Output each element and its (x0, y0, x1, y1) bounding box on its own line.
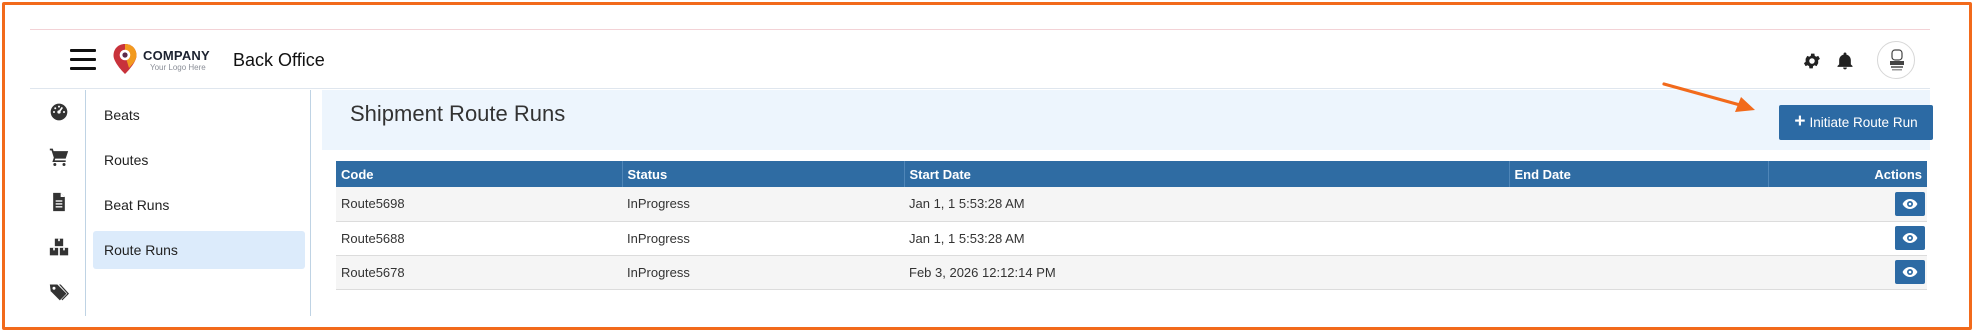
route-runs-table: Code Status Start Date End Date Actions … (336, 161, 1927, 290)
page-title: Shipment Route Runs (350, 101, 566, 126)
cell-code: Route5688 (336, 221, 622, 256)
cart-icon[interactable] (49, 147, 69, 167)
cell-end-date (1509, 221, 1768, 256)
cell-end-date (1509, 255, 1768, 290)
cell-actions (1768, 187, 1927, 222)
gear-icon[interactable] (1802, 51, 1822, 71)
table-row: Route5678 InProgress Feb 3, 2026 12:12:1… (336, 255, 1927, 290)
cell-actions (1768, 255, 1927, 290)
cell-status: InProgress (622, 255, 904, 290)
avatar-emblem-icon (1890, 49, 1904, 71)
column-header-code[interactable]: Code (336, 161, 623, 187)
company-logo[interactable]: COMPANY Your Logo Here (112, 43, 222, 77)
cell-actions (1768, 221, 1927, 256)
menu-toggle-icon[interactable] (70, 49, 96, 71)
company-tagline: Your Logo Here (150, 63, 206, 72)
cell-start-date: Jan 1, 1 5:53:28 AM (904, 221, 1509, 256)
document-icon[interactable] (49, 192, 69, 212)
cell-start-date: Feb 3, 2026 12:12:14 PM (904, 255, 1509, 290)
top-divider (30, 29, 1930, 30)
column-header-actions: Actions (1768, 161, 1927, 187)
app-title: Back Office (233, 50, 325, 70)
bell-icon[interactable] (1835, 51, 1855, 71)
icon-rail (30, 90, 86, 316)
submenu-item-beats[interactable]: Beats (93, 96, 305, 134)
company-name: COMPANY (143, 48, 210, 63)
tags-icon[interactable] (49, 282, 69, 302)
cell-end-date (1509, 187, 1768, 222)
logo-pin-icon (113, 44, 137, 74)
table-row: Route5688 InProgress Jan 1, 1 5:53:28 AM (336, 221, 1927, 256)
column-header-status[interactable]: Status (622, 161, 905, 187)
table-header-row: Code Status Start Date End Date Actions (336, 161, 1927, 187)
column-header-end-date[interactable]: End Date (1509, 161, 1769, 187)
app-header: COMPANY Your Logo Here Back Office (30, 31, 1930, 89)
eye-icon (1902, 267, 1918, 277)
eye-icon (1902, 198, 1918, 209)
eye-icon (1902, 233, 1918, 243)
table-row: Route5698 InProgress Jan 1, 1 5:53:28 AM (336, 187, 1927, 222)
plus-icon: + (1794, 111, 1806, 132)
submenu-item-routes[interactable]: Routes (93, 141, 305, 179)
annotation-arrow-icon (1662, 82, 1755, 112)
dashboard-icon[interactable] (49, 102, 69, 122)
initiate-route-run-button[interactable]: + Initiate Route Run (1779, 105, 1933, 140)
cell-status: InProgress (622, 187, 904, 222)
cell-code: Route5698 (336, 187, 622, 222)
submenu-item-route-runs[interactable]: Route Runs (93, 231, 305, 269)
view-button[interactable] (1895, 191, 1925, 216)
submenu-item-beat-runs[interactable]: Beat Runs (93, 186, 305, 224)
cell-code: Route5678 (336, 255, 622, 290)
view-button[interactable] (1895, 260, 1925, 284)
submenu: Beats Routes Beat Runs Route Runs (87, 90, 311, 316)
initiate-route-run-label: Initiate Route Run (1809, 115, 1918, 130)
cell-start-date: Jan 1, 1 5:53:28 AM (904, 187, 1509, 222)
column-header-start-date[interactable]: Start Date (904, 161, 1510, 187)
view-button[interactable] (1895, 226, 1925, 250)
user-avatar[interactable] (1877, 41, 1915, 79)
cell-status: InProgress (622, 221, 904, 256)
boxes-icon[interactable] (49, 237, 69, 257)
